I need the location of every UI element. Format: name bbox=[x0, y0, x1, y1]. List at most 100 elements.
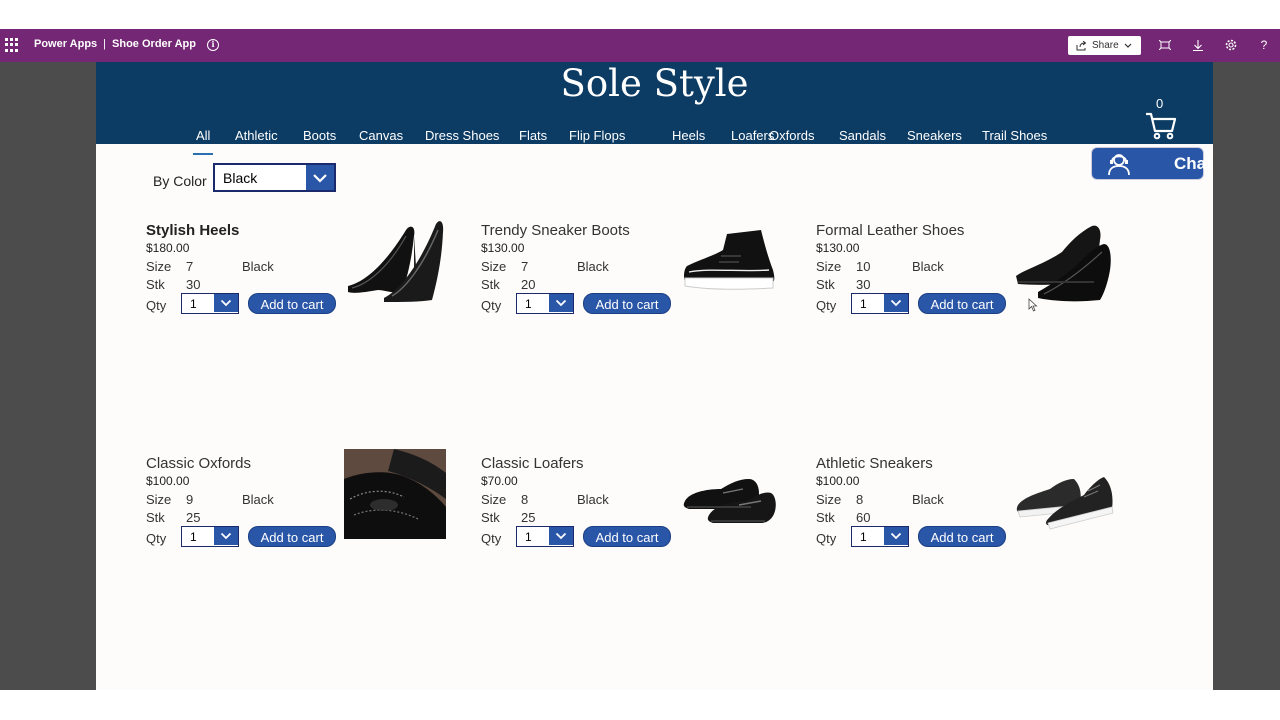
qty-dropdown[interactable]: 1 bbox=[181, 293, 239, 314]
product-card: Stylish Heels $180.00 Size 7 Black Stk 3… bbox=[146, 221, 456, 322]
help-icon[interactable]: ? bbox=[1256, 37, 1272, 53]
category-dress-shoes[interactable]: Dress Shoes bbox=[425, 128, 499, 143]
product-stock: 60 bbox=[856, 510, 871, 525]
app-launcher-icon[interactable] bbox=[5, 38, 19, 52]
share-button[interactable]: Share bbox=[1068, 36, 1141, 55]
chevron-down-icon bbox=[549, 527, 573, 545]
by-color-label: By Color bbox=[153, 173, 207, 189]
settings-gear-icon[interactable] bbox=[1223, 37, 1239, 53]
qty-label: Qty bbox=[481, 298, 502, 313]
product-color: Black bbox=[242, 492, 274, 507]
active-category-underline bbox=[193, 153, 213, 155]
stock-label: Stk bbox=[481, 510, 500, 525]
size-label: Size bbox=[481, 259, 507, 274]
chevron-down-icon bbox=[884, 527, 908, 545]
product-card: Classic Loafers $70.00 Size 8 Black Stk … bbox=[481, 455, 791, 555]
product-price: $130.00 bbox=[481, 241, 525, 255]
stock-label: Stk bbox=[146, 277, 165, 292]
category-athletic[interactable]: Athletic bbox=[235, 128, 278, 143]
product-stock: 20 bbox=[521, 277, 536, 292]
qty-label: Qty bbox=[146, 531, 167, 546]
category-boots[interactable]: Boots bbox=[303, 128, 336, 143]
category-heels[interactable]: Heels bbox=[672, 128, 705, 143]
category-flip-flops[interactable]: Flip Flops bbox=[569, 128, 625, 143]
mouse-cursor-icon bbox=[1028, 298, 1038, 312]
qty-value: 1 bbox=[525, 297, 532, 311]
qty-dropdown[interactable]: 1 bbox=[851, 526, 909, 547]
category-loafers[interactable]: Loafers bbox=[731, 128, 774, 143]
shopping-cart-icon[interactable] bbox=[1145, 112, 1177, 140]
qty-label: Qty bbox=[816, 298, 837, 313]
leather-shoe-icon bbox=[1016, 225, 1111, 302]
category-trail-shoes[interactable]: Trail Shoes bbox=[982, 128, 1047, 143]
product-card: Classic Oxfords $100.00 Size 9 Black Stk… bbox=[146, 449, 456, 555]
size-label: Size bbox=[816, 492, 842, 507]
product-price: $70.00 bbox=[481, 474, 518, 488]
product-name: Formal Leather Shoes bbox=[816, 222, 965, 239]
app-name-label: Shoe Order App bbox=[112, 38, 196, 50]
qty-dropdown[interactable]: 1 bbox=[516, 293, 574, 314]
product-stock: 30 bbox=[186, 277, 201, 292]
store-header: Sole Style All Athletic Boots Canvas Dre… bbox=[96, 62, 1213, 144]
oxford-shoe-icon bbox=[344, 449, 446, 539]
add-to-cart-button[interactable]: Add to cart bbox=[583, 526, 671, 547]
category-canvas[interactable]: Canvas bbox=[359, 128, 403, 143]
color-filter-dropdown[interactable]: Black bbox=[213, 163, 336, 192]
stock-label: Stk bbox=[481, 277, 500, 292]
color-filter-value: Black bbox=[223, 170, 258, 186]
cart-count: 0 bbox=[1156, 96, 1164, 111]
add-to-cart-button[interactable]: Add to cart bbox=[583, 293, 671, 314]
title-separator: | bbox=[103, 38, 107, 50]
fit-to-window-icon[interactable] bbox=[1157, 37, 1173, 53]
size-label: Size bbox=[816, 259, 842, 274]
product-size: 8 bbox=[521, 492, 529, 507]
app-canvas: Sole Style All Athletic Boots Canvas Dre… bbox=[96, 62, 1213, 690]
add-to-cart-button[interactable]: Add to cart bbox=[248, 526, 336, 547]
product-name: Classic Loafers bbox=[481, 455, 584, 472]
qty-value: 1 bbox=[860, 530, 867, 544]
product-price: $180.00 bbox=[146, 241, 190, 255]
chevron-down-icon bbox=[214, 527, 238, 545]
category-sneakers[interactable]: Sneakers bbox=[907, 128, 962, 143]
category-all[interactable]: All bbox=[196, 128, 210, 143]
support-agent-icon bbox=[1108, 153, 1130, 175]
qty-label: Qty bbox=[481, 531, 502, 546]
product-color: Black bbox=[577, 259, 609, 274]
add-to-cart-button[interactable]: Add to cart bbox=[918, 526, 1006, 547]
product-card: Athletic Sneakers $100.00 Size 8 Black S… bbox=[816, 455, 1126, 555]
qty-dropdown[interactable]: 1 bbox=[181, 526, 239, 547]
loafer-shoe-icon bbox=[683, 479, 776, 523]
info-icon[interactable]: i bbox=[207, 39, 219, 51]
add-to-cart-button[interactable]: Add to cart bbox=[248, 293, 336, 314]
product-price: $130.00 bbox=[816, 241, 860, 255]
product-color: Black bbox=[242, 259, 274, 274]
product-stock: 30 bbox=[856, 277, 871, 292]
product-size: 7 bbox=[521, 259, 529, 274]
stock-label: Stk bbox=[816, 277, 835, 292]
stock-label: Stk bbox=[816, 510, 835, 525]
chevron-down-icon bbox=[214, 294, 238, 312]
product-size: 10 bbox=[856, 259, 871, 274]
chevron-down-icon bbox=[549, 294, 573, 312]
add-to-cart-button[interactable]: Add to cart bbox=[918, 293, 1006, 314]
product-name: Athletic Sneakers bbox=[816, 455, 933, 472]
product-color: Black bbox=[577, 492, 609, 507]
product-size: 8 bbox=[856, 492, 864, 507]
download-icon[interactable] bbox=[1190, 37, 1206, 53]
chat-button[interactable]: Chat bbox=[1091, 147, 1212, 180]
product-name: Classic Oxfords bbox=[146, 455, 252, 472]
share-label: Share bbox=[1092, 40, 1119, 51]
qty-dropdown[interactable]: 1 bbox=[851, 293, 909, 314]
category-oxfords[interactable]: Oxfords bbox=[769, 128, 815, 143]
athletic-sneaker-icon bbox=[1016, 477, 1114, 530]
product-card: Formal Leather Shoes $130.00 Size 10 Bla… bbox=[816, 222, 1126, 322]
qty-label: Qty bbox=[816, 531, 837, 546]
category-sandals[interactable]: Sandals bbox=[839, 128, 886, 143]
qty-dropdown[interactable]: 1 bbox=[516, 526, 574, 547]
product-price: $100.00 bbox=[816, 474, 860, 488]
brand-title: Sole Style bbox=[560, 62, 749, 105]
power-apps-label: Power Apps bbox=[34, 38, 98, 50]
product-color: Black bbox=[912, 259, 944, 274]
qty-value: 1 bbox=[525, 530, 532, 544]
category-flats[interactable]: Flats bbox=[519, 128, 547, 143]
